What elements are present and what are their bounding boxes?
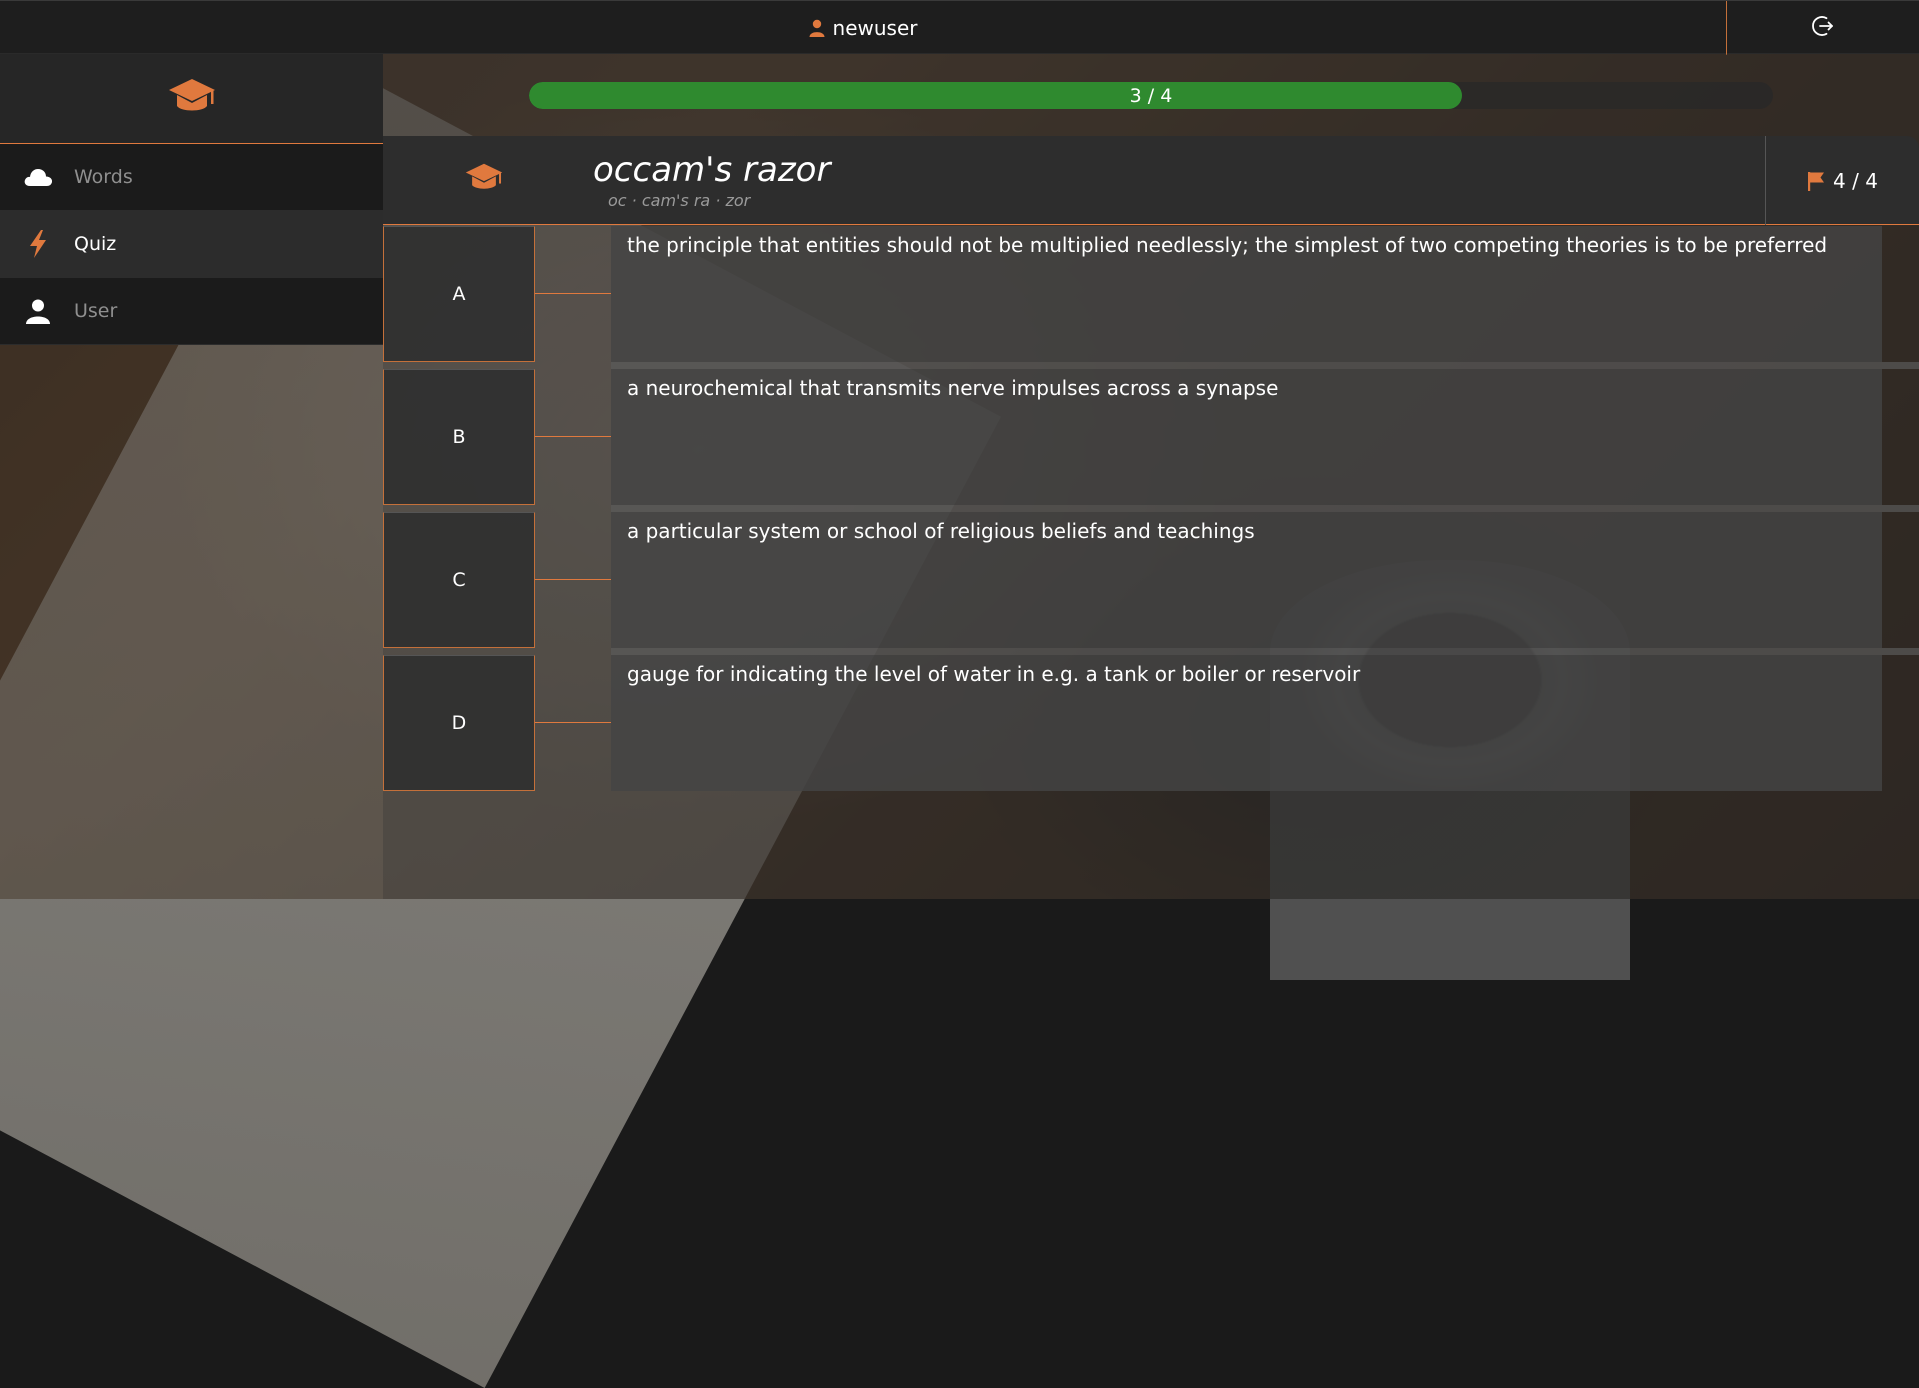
option-divider [611,505,1919,512]
quiz-progress-bar: 3 / 4 [529,82,1773,109]
option-letter: C [383,512,535,648]
answer-option-d[interactable]: D gauge for indicating the level of wate… [383,655,1919,791]
flag-icon [1807,171,1825,191]
sidebar-logo [0,54,383,144]
quiz-panel: 3 / 4 occam's razor oc · cam's ra · zor … [383,54,1919,899]
option-connector [535,293,611,294]
graduation-cap-icon [168,77,216,121]
sidebar-item-quiz[interactable]: Quiz [0,211,383,278]
word-syllables: oc · cam's ra · zor [608,191,751,210]
sidebar-item-label: Words [74,166,133,188]
logout-icon [1811,14,1835,42]
sidebar-item-user[interactable]: User [0,278,383,345]
username-label: newuser [832,16,918,40]
answer-option-b[interactable]: B a neurochemical that transmits nerve i… [383,369,1919,505]
question-header: occam's razor oc · cam's ra · zor 4 / 4 [383,136,1919,225]
sidebar-item-label: Quiz [74,233,117,255]
lightning-icon [22,228,54,260]
option-letter: B [383,369,535,505]
graduation-cap-icon [465,162,503,198]
quiz-word: occam's razor [593,150,831,190]
option-letter: D [383,655,535,791]
answer-option-c[interactable]: C a particular system or school of relig… [383,512,1919,648]
option-divider [611,648,1919,655]
option-divider [611,362,1919,369]
sidebar-item-words[interactable]: Words [0,144,383,211]
counter-label: 4 / 4 [1833,168,1878,193]
option-text: the principle that entities should not b… [611,226,1882,362]
logout-button[interactable] [1726,1,1919,55]
top-bar: newuser [0,0,1919,55]
user-icon [22,295,54,327]
question-counter: 4 / 4 [1765,136,1919,225]
option-connector [535,436,611,437]
user-icon [809,19,825,37]
cloud-icon [22,161,54,193]
option-text: a neurochemical that transmits nerve imp… [611,369,1882,505]
option-connector [535,579,611,580]
sidebar: Words Quiz User [0,54,383,346]
progress-label: 3 / 4 [1129,84,1173,107]
answer-option-a[interactable]: A the principle that entities should not… [383,226,1919,362]
sidebar-item-label: User [74,300,118,322]
option-text: a particular system or school of religio… [611,512,1882,648]
option-connector [535,722,611,723]
current-user: newuser [0,1,1726,55]
option-letter: A [383,226,535,362]
option-text: gauge for indicating the level of water … [611,655,1882,791]
